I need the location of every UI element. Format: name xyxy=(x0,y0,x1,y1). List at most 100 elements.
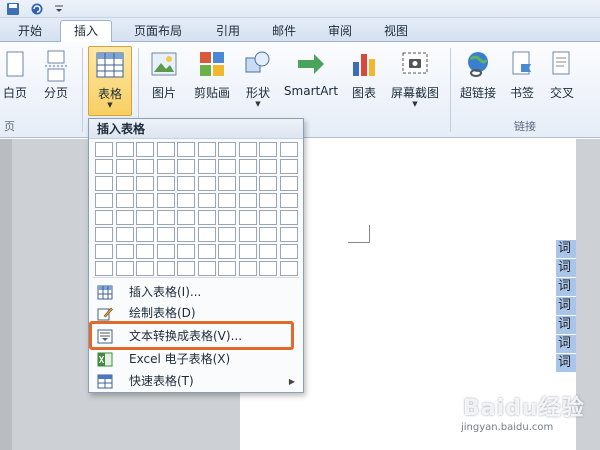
grid-cell[interactable] xyxy=(156,227,175,242)
grid-cell[interactable] xyxy=(156,244,175,259)
picture-button[interactable]: 图片 xyxy=(146,46,182,112)
grid-cell[interactable] xyxy=(177,261,195,276)
grid-cell[interactable] xyxy=(218,210,236,225)
selected-text-line[interactable]: 词语 xyxy=(556,335,576,353)
undo-icon[interactable] xyxy=(30,2,44,16)
grid-cell[interactable] xyxy=(95,142,113,157)
grid-cell[interactable] xyxy=(115,142,134,157)
grid-cell[interactable] xyxy=(279,210,298,225)
tab-review[interactable]: 审阅 xyxy=(318,21,362,42)
clipart-button[interactable]: 剪贴画 xyxy=(190,46,234,112)
grid-cell[interactable] xyxy=(95,210,113,225)
grid-cell[interactable] xyxy=(279,244,298,259)
screenshot-button[interactable]: 屏幕截图 ▼ xyxy=(386,46,444,112)
tab-references[interactable]: 引用 xyxy=(206,21,250,42)
grid-cell[interactable] xyxy=(238,261,257,276)
grid-cell[interactable] xyxy=(177,159,195,174)
grid-cell[interactable] xyxy=(115,261,134,276)
grid-cell[interactable] xyxy=(136,261,154,276)
grid-cell[interactable] xyxy=(136,159,154,174)
grid-cell[interactable] xyxy=(177,193,195,208)
grid-cell[interactable] xyxy=(279,159,298,174)
page-break-button[interactable]: 分页 xyxy=(36,46,76,112)
grid-cell[interactable] xyxy=(238,210,257,225)
grid-cell[interactable] xyxy=(259,244,277,259)
grid-cell[interactable] xyxy=(218,244,236,259)
tab-page-layout[interactable]: 页面布局 xyxy=(122,21,194,42)
grid-cell[interactable] xyxy=(197,261,216,276)
grid-cell[interactable] xyxy=(115,159,134,174)
grid-cell[interactable] xyxy=(136,227,154,242)
grid-cell[interactable] xyxy=(156,261,175,276)
grid-cell[interactable] xyxy=(279,227,298,242)
bookmark-button[interactable]: 书签 xyxy=(504,46,540,112)
grid-cell[interactable] xyxy=(95,261,113,276)
grid-cell[interactable] xyxy=(197,176,216,191)
grid-cell[interactable] xyxy=(259,261,277,276)
grid-cell[interactable] xyxy=(238,227,257,242)
grid-cell[interactable] xyxy=(197,142,216,157)
grid-cell[interactable] xyxy=(238,159,257,174)
grid-cell[interactable] xyxy=(218,142,236,157)
selected-text-line[interactable]: 词语 xyxy=(556,259,576,277)
tab-insert[interactable]: 插入 xyxy=(60,20,112,43)
grid-cell[interactable] xyxy=(156,193,175,208)
tab-view[interactable]: 视图 xyxy=(374,21,418,42)
grid-cell[interactable] xyxy=(259,142,277,157)
grid-cell[interactable] xyxy=(177,176,195,191)
grid-cell[interactable] xyxy=(197,210,216,225)
grid-cell[interactable] xyxy=(197,244,216,259)
selected-text-line[interactable]: 词语 xyxy=(556,297,576,315)
grid-cell[interactable] xyxy=(238,244,257,259)
grid-cell[interactable] xyxy=(279,176,298,191)
grid-cell[interactable] xyxy=(218,227,236,242)
grid-cell[interactable] xyxy=(177,210,195,225)
selected-text-line[interactable]: 词语 xyxy=(556,316,576,334)
grid-cell[interactable] xyxy=(156,159,175,174)
tab-home[interactable]: 开始 xyxy=(8,21,52,42)
cross-reference-button[interactable]: 交叉 xyxy=(544,46,580,112)
grid-cell[interactable] xyxy=(156,210,175,225)
chart-button[interactable]: 图表 xyxy=(346,46,382,112)
grid-cell[interactable] xyxy=(136,244,154,259)
grid-cell[interactable] xyxy=(95,193,113,208)
grid-cell[interactable] xyxy=(156,142,175,157)
selected-text-line[interactable]: 词语 xyxy=(556,278,576,296)
grid-cell[interactable] xyxy=(218,193,236,208)
grid-cell[interactable] xyxy=(259,193,277,208)
grid-cell[interactable] xyxy=(279,193,298,208)
grid-cell[interactable] xyxy=(136,210,154,225)
grid-cell[interactable] xyxy=(279,261,298,276)
grid-cell[interactable] xyxy=(197,193,216,208)
smartart-button[interactable]: SmartArt xyxy=(280,46,342,112)
grid-cell[interactable] xyxy=(259,176,277,191)
grid-cell[interactable] xyxy=(197,159,216,174)
grid-cell[interactable] xyxy=(177,142,195,157)
grid-cell[interactable] xyxy=(218,261,236,276)
grid-cell[interactable] xyxy=(115,227,134,242)
grid-cell[interactable] xyxy=(115,244,134,259)
menu-item-quick-tables[interactable]: 快速表格(T) ▶ xyxy=(89,371,303,392)
table-button[interactable]: 表格 ▼ xyxy=(88,46,132,116)
shapes-button[interactable]: 形状 ▼ xyxy=(240,46,276,112)
hyperlink-button[interactable]: 超链接 xyxy=(456,46,500,112)
grid-cell[interactable] xyxy=(259,159,277,174)
grid-cell[interactable] xyxy=(95,159,113,174)
grid-cell[interactable] xyxy=(218,159,236,174)
grid-cell[interactable] xyxy=(259,227,277,242)
selected-text-line[interactable]: 词语 xyxy=(556,240,576,258)
grid-cell[interactable] xyxy=(156,176,175,191)
customize-toolbar-icon[interactable] xyxy=(52,2,66,16)
grid-cell[interactable] xyxy=(238,193,257,208)
blank-page-button[interactable]: 白页 xyxy=(0,46,30,112)
grid-cell[interactable] xyxy=(136,142,154,157)
grid-cell[interactable] xyxy=(95,227,113,242)
grid-cell[interactable] xyxy=(115,210,134,225)
tab-mailings[interactable]: 邮件 xyxy=(262,21,306,42)
grid-cell[interactable] xyxy=(218,176,236,191)
grid-cell[interactable] xyxy=(197,227,216,242)
grid-cell[interactable] xyxy=(177,244,195,259)
menu-item-excel-spreadsheet[interactable]: Excel 电子表格(X) xyxy=(89,349,303,370)
save-icon[interactable] xyxy=(6,2,20,16)
grid-cell[interactable] xyxy=(95,244,113,259)
